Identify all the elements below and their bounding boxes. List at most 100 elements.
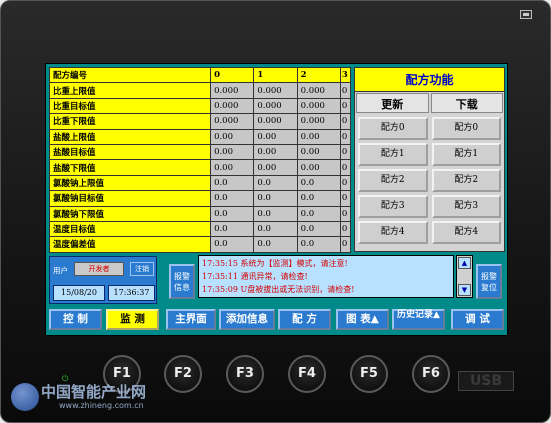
table-cell[interactable]: 0.0 bbox=[210, 190, 255, 207]
table-cell[interactable]: 0.000 bbox=[210, 97, 255, 115]
table-cell[interactable]: 0.0 bbox=[296, 190, 341, 207]
table-cell[interactable]: 0.0 bbox=[210, 236, 255, 253]
table-cell[interactable]: 0.00 bbox=[296, 159, 341, 176]
table-cell[interactable]: 0.000 bbox=[296, 82, 341, 99]
table-cell[interactable]: 0 bbox=[339, 190, 352, 207]
table-row: 比重下限值 0.000 0.000 0.000 0 bbox=[48, 113, 352, 130]
chart-button[interactable]: 图 表▲ bbox=[336, 309, 389, 330]
window-icon[interactable] bbox=[520, 10, 532, 19]
control-button[interactable]: 控 制 bbox=[49, 309, 102, 330]
row-label: 比重上限值 bbox=[48, 82, 212, 99]
alarm-message: 17:35:09 U盘被拔出或无法识别，请检查! bbox=[202, 285, 355, 294]
table-cell[interactable]: 0.00 bbox=[296, 143, 341, 161]
row-label: 盐酸目标值 bbox=[48, 143, 212, 161]
header-recipe-number: 配方编号 bbox=[48, 66, 212, 84]
table-cell[interactable]: 0 bbox=[339, 174, 352, 192]
table-cell[interactable]: 0 bbox=[339, 159, 352, 176]
table-cell[interactable]: 0.00 bbox=[253, 159, 298, 176]
table-cell[interactable]: 0.0 bbox=[296, 236, 341, 253]
f5-key[interactable]: F5 bbox=[350, 355, 388, 393]
table-cell[interactable]: 0 bbox=[339, 82, 352, 99]
table-row: 盐酸目标值 0.00 0.00 0.00 0 bbox=[48, 143, 352, 161]
alarm-message-list: 17:35:15 系统为【监测】模式，请注意! 17:35:11 通讯异常，请检… bbox=[198, 255, 454, 298]
table-cell[interactable]: 0.0 bbox=[296, 205, 341, 222]
f3-key[interactable]: F3 bbox=[226, 355, 264, 393]
table-cell[interactable]: 0.0 bbox=[253, 220, 298, 238]
hmi-screen: 配方编号 0 1 2 3 比重上限值 0.000 0.000 0.000 0 比… bbox=[45, 63, 508, 336]
update-recipe-0-button[interactable]: 配方0 bbox=[358, 117, 428, 140]
table-cell[interactable]: 0.000 bbox=[296, 113, 341, 130]
table-cell[interactable]: 0.000 bbox=[253, 82, 298, 99]
add-info-button[interactable]: 添加信息 bbox=[219, 309, 275, 330]
table-cell[interactable]: 0.000 bbox=[296, 97, 341, 115]
table-cell[interactable]: 0.0 bbox=[296, 220, 341, 238]
table-cell[interactable]: 0 bbox=[339, 128, 352, 145]
table-cell[interactable]: 0.0 bbox=[210, 174, 255, 192]
tab-download[interactable]: 下载 bbox=[430, 93, 503, 113]
alarm-message: 17:35:11 通讯异常，请检查! bbox=[202, 272, 308, 281]
table-cell[interactable]: 0.000 bbox=[253, 97, 298, 115]
download-recipe-0-button[interactable]: 配方0 bbox=[431, 117, 501, 140]
table-cell[interactable]: 0.0 bbox=[210, 220, 255, 238]
alarm-info-button[interactable]: 报警信息 bbox=[169, 264, 195, 299]
table-cell[interactable]: 0 bbox=[339, 143, 352, 161]
table-row: 比重目标值 0.000 0.000 0.000 0 bbox=[48, 97, 352, 115]
history-button[interactable]: 历史记录▲ bbox=[392, 309, 445, 330]
table-row: 比重上限值 0.000 0.000 0.000 0 bbox=[48, 82, 352, 99]
main-screen-button[interactable]: 主界面 bbox=[166, 309, 216, 330]
debug-button[interactable]: 调 试 bbox=[451, 309, 504, 330]
table-cell[interactable]: 0 bbox=[339, 97, 352, 115]
download-recipe-1-button[interactable]: 配方1 bbox=[431, 143, 501, 166]
table-cell[interactable]: 0.000 bbox=[210, 113, 255, 130]
header-col-0: 0 bbox=[210, 66, 255, 84]
table-cell[interactable]: 0.00 bbox=[210, 159, 255, 176]
date-display: 15/08/20 bbox=[53, 285, 105, 301]
table-cell[interactable]: 0.000 bbox=[210, 82, 255, 99]
f2-key[interactable]: F2 bbox=[164, 355, 202, 393]
f4-key[interactable]: F4 bbox=[288, 355, 326, 393]
recipe-panel-title: 配方功能 bbox=[355, 68, 504, 92]
table-row: 氯酸钠上限值 0.0 0.0 0.0 0 bbox=[48, 174, 352, 192]
table-cell[interactable]: 0.000 bbox=[253, 113, 298, 130]
scroll-up-icon[interactable]: ▲ bbox=[458, 257, 471, 269]
alarm-reset-button[interactable]: 报警复位 bbox=[476, 264, 502, 299]
update-recipe-2-button[interactable]: 配方2 bbox=[358, 169, 428, 192]
table-cell[interactable]: 0.00 bbox=[253, 143, 298, 161]
table-cell[interactable]: 0 bbox=[339, 113, 352, 130]
update-recipe-4-button[interactable]: 配方4 bbox=[358, 221, 428, 244]
monitor-button[interactable]: 监 测 bbox=[106, 309, 159, 330]
table-cell[interactable]: 0.0 bbox=[253, 174, 298, 192]
update-recipe-1-button[interactable]: 配方1 bbox=[358, 143, 428, 166]
tab-update[interactable]: 更新 bbox=[356, 93, 429, 113]
alarm-scrollbar[interactable]: ▲ ▼ bbox=[456, 255, 473, 298]
scroll-down-icon[interactable]: ▼ bbox=[458, 284, 471, 296]
table-cell[interactable]: 0.00 bbox=[296, 128, 341, 145]
row-label: 比重目标值 bbox=[48, 97, 212, 115]
table-cell[interactable]: 0.0 bbox=[253, 236, 298, 253]
row-label: 比重下限值 bbox=[48, 113, 212, 130]
table-cell[interactable]: 0.00 bbox=[210, 128, 255, 145]
row-label: 盐酸上限值 bbox=[48, 128, 212, 145]
table-row: 氯酸钠目标值 0.0 0.0 0.0 0 bbox=[48, 190, 352, 207]
update-recipe-3-button[interactable]: 配方3 bbox=[358, 195, 428, 218]
table-row: 盐酸下限值 0.00 0.00 0.00 0 bbox=[48, 159, 352, 176]
table-cell[interactable]: 0.0 bbox=[253, 190, 298, 207]
download-recipe-2-button[interactable]: 配方2 bbox=[431, 169, 501, 192]
table-cell[interactable]: 0 bbox=[339, 205, 352, 222]
table-row: 温度偏差值 0.0 0.0 0.0 0 bbox=[48, 236, 352, 253]
table-cell[interactable]: 0 bbox=[339, 236, 352, 253]
row-label: 氯酸钠目标值 bbox=[48, 190, 212, 207]
table-cell[interactable]: 0.0 bbox=[210, 205, 255, 222]
download-recipe-4-button[interactable]: 配方4 bbox=[431, 221, 501, 244]
table-cell[interactable]: 0.0 bbox=[253, 205, 298, 222]
recipe-button[interactable]: 配 方 bbox=[278, 309, 331, 330]
logout-button[interactable]: 注销 bbox=[130, 262, 154, 276]
f6-key[interactable]: F6 bbox=[412, 355, 450, 393]
table-cell[interactable]: 0.0 bbox=[296, 174, 341, 192]
user-name-field[interactable]: 开发者 bbox=[74, 262, 124, 276]
user-status-box: 用户 开发者 注销 15/08/20 17:36:37 bbox=[49, 256, 157, 304]
download-recipe-3-button[interactable]: 配方3 bbox=[431, 195, 501, 218]
table-cell[interactable]: 0.00 bbox=[210, 143, 255, 161]
table-cell[interactable]: 0.00 bbox=[253, 128, 298, 145]
table-cell[interactable]: 0 bbox=[339, 220, 352, 238]
